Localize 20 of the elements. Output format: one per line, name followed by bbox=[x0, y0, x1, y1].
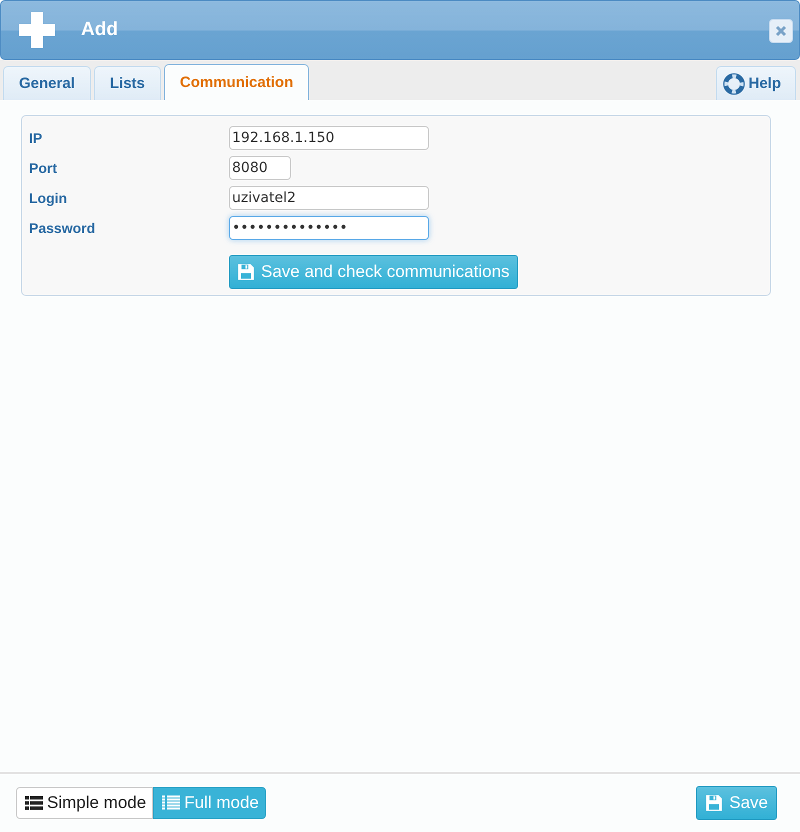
window-title: Add bbox=[81, 19, 119, 41]
input-field[interactable]: 192.168.1.150 bbox=[229, 126, 429, 150]
tab[interactable]: General bbox=[3, 66, 91, 100]
plus-icon bbox=[17, 10, 57, 50]
bulleted-list-icon bbox=[162, 795, 180, 811]
tab[interactable]: Communication bbox=[164, 64, 310, 100]
close-button[interactable] bbox=[769, 19, 793, 43]
input-field[interactable]: uzivatel2 bbox=[229, 186, 429, 210]
field-label: Login bbox=[29, 190, 68, 206]
input-field[interactable]: •••••••••••••• bbox=[229, 216, 429, 240]
field-label: Port bbox=[29, 160, 58, 176]
lifebuoy-icon bbox=[723, 72, 746, 94]
help-button[interactable]: Help bbox=[716, 66, 796, 100]
field-label: IP bbox=[29, 130, 44, 146]
field-label: Password bbox=[29, 220, 96, 236]
input-field[interactable]: 8080 bbox=[229, 156, 291, 180]
mode-button[interactable]: Simple mode bbox=[16, 787, 154, 819]
close-icon bbox=[775, 25, 787, 37]
list-icon bbox=[25, 795, 43, 811]
tab[interactable]: Lists bbox=[94, 66, 161, 100]
